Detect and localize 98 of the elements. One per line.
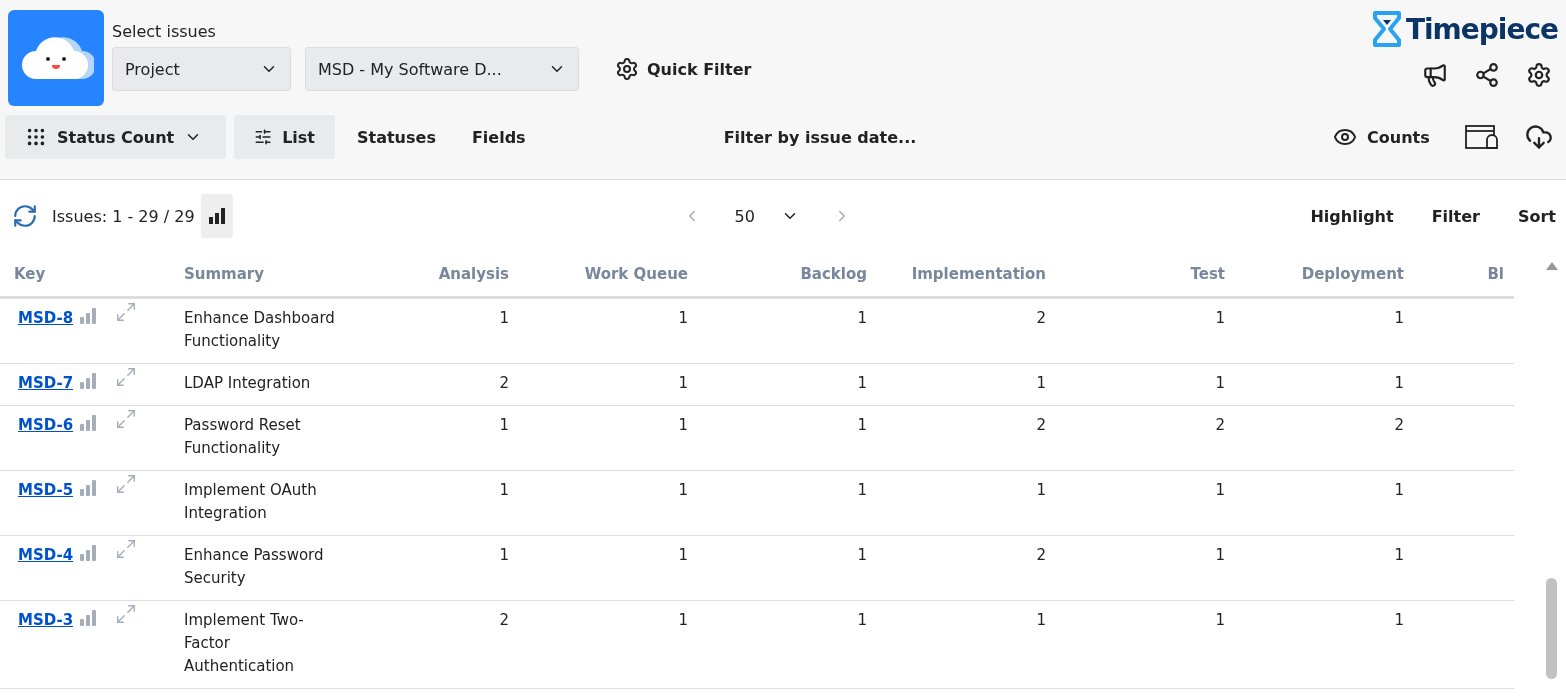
count-value: 1 [1215,610,1225,631]
count-value: 1 [678,415,688,436]
share-icon[interactable] [1474,62,1500,88]
expand-icon[interactable] [115,366,138,388]
count-value: 2 [499,610,509,631]
megaphone-icon[interactable] [1422,62,1448,88]
refresh-icon[interactable] [12,203,38,229]
count-value: 1 [1215,480,1225,501]
bar-chart-icon [207,207,226,225]
page-size-select[interactable]: 50 [728,206,805,226]
issue-key-link[interactable]: MSD-6 [18,416,74,434]
issue-key-link[interactable]: MSD-4 [18,546,74,564]
count-value: 1 [678,610,688,631]
hourglass-logo-icon [1371,10,1402,48]
column-header[interactable]: Work Queue [519,252,698,299]
summary-text: Enhance Password Security [184,545,325,589]
toolbar-tab[interactable]: Statuses [343,115,450,159]
count-value: 2 [1036,415,1046,436]
dropdown-select[interactable]: Project [112,47,291,91]
column-header[interactable]: Analysis [340,252,519,299]
count-value: 1 [857,415,867,436]
settings-icon[interactable] [1526,62,1552,88]
action-button[interactable]: Sort [1479,206,1556,226]
count-value: 1 [1036,610,1046,631]
count-value: 1 [678,373,688,394]
bar-chart-icon [79,372,98,390]
quick-filter-button[interactable]: Quick Filter [609,56,758,82]
column-header[interactable]: Key [0,252,170,299]
expand-icon[interactable] [115,301,138,323]
bar-chart-icon [79,307,98,325]
count-value: 1 [857,308,867,329]
summary-text: Implement Two-Factor Authentication [184,610,305,677]
counts-button[interactable]: Counts [1317,115,1447,159]
expand-icon[interactable] [115,408,138,430]
bar-chart-icon [79,544,98,562]
summary-text: Implement OAuth Integration [184,480,318,524]
count-value: 1 [499,415,509,436]
column-header[interactable]: Summary [170,252,340,299]
issue-key-link[interactable]: MSD-8 [18,309,74,327]
calendar-bell-icon[interactable] [1465,124,1499,150]
count-value: 1 [857,373,867,394]
summary-text: Password Reset Functionality [184,415,302,459]
count-value: 1 [678,480,688,501]
list-button[interactable]: List [234,115,335,159]
count-value: 1 [499,545,509,566]
scrollbar-thumb[interactable] [1546,578,1557,679]
issues-count: Issues: 1 - 29 / 29 [52,206,195,226]
bar-chart-icon [79,414,98,432]
summary-text: Enhance Dashboard Functionality [184,308,336,352]
count-value: 1 [1036,480,1046,501]
scroll-up-icon[interactable] [1546,262,1558,270]
issue-key-link[interactable]: MSD-3 [18,611,74,629]
expand-icon[interactable] [115,473,138,495]
count-value: 2 [1215,415,1225,436]
summary-text: LDAP Integration [184,373,311,394]
count-value: 1 [1394,610,1404,631]
count-value: 1 [1394,308,1404,329]
grid-dots-icon [25,126,47,148]
column-header[interactable]: Bl [1414,252,1514,299]
issue-key-link[interactable]: MSD-7 [18,374,74,392]
column-header[interactable]: Deployment [1235,252,1414,299]
count-value: 1 [1394,373,1404,394]
count-value: 2 [1394,415,1404,436]
count-value: 1 [1036,373,1046,394]
count-value: 1 [1215,545,1225,566]
count-value: 2 [1036,545,1046,566]
expand-icon[interactable] [115,603,138,625]
column-header[interactable]: Test [1056,252,1235,299]
count-value: 1 [678,308,688,329]
count-value: 1 [499,480,509,501]
bar-chart-icon [79,479,98,497]
bar-chart-button[interactable] [200,194,233,238]
count-value: 1 [1394,545,1404,566]
issue-key-link[interactable]: MSD-5 [18,481,74,499]
count-value: 1 [1215,373,1225,394]
count-value: 1 [1215,308,1225,329]
count-value: 1 [678,545,688,566]
brand-name: Timepiece [1405,12,1558,46]
select-issues-label: Select issues [112,22,217,41]
gear-icon [615,57,639,81]
count-value: 2 [499,373,509,394]
column-header[interactable]: Backlog [698,252,877,299]
count-value: 1 [857,545,867,566]
bar-chart-icon [79,609,98,627]
toolbar-tab[interactable]: Fields [457,115,540,159]
dropdown-select[interactable]: MSD - My Software D... [305,47,579,91]
action-button[interactable]: Highlight [1272,206,1394,226]
date-filter-button[interactable]: Filter by issue date... [717,126,923,148]
count-value: 1 [499,308,509,329]
column-header[interactable]: Implementation [877,252,1056,299]
expand-icon[interactable] [115,538,138,560]
count-value: 1 [857,480,867,501]
count-value: 2 [1036,308,1046,329]
cloud-download-icon[interactable] [1525,123,1553,151]
status-count-dropdown[interactable]: Status Count [5,115,226,159]
count-value: 1 [1394,480,1404,501]
count-value: 1 [857,610,867,631]
action-button[interactable]: Filter [1393,206,1480,226]
